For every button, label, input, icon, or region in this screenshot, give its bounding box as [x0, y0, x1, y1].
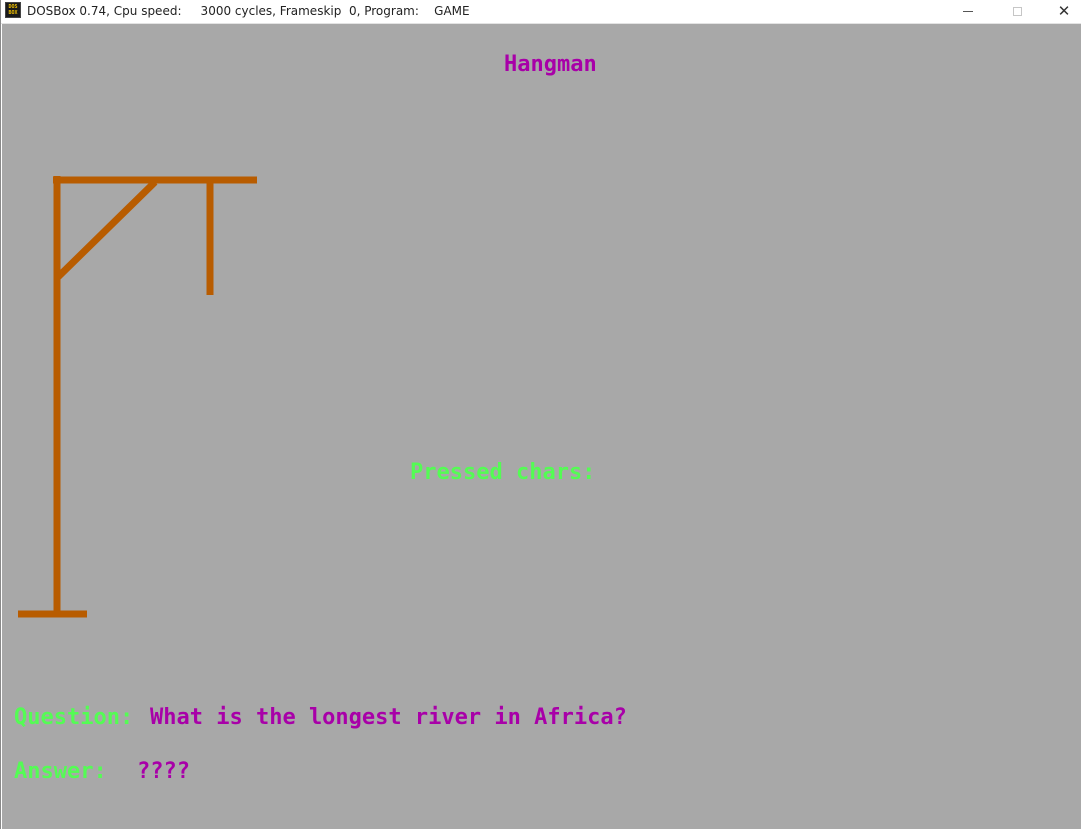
game-title: Hangman — [504, 52, 597, 77]
game-screen[interactable]: Hangman Pressed chars: Question: What is… — [2, 24, 1081, 829]
icon-text-bottom: BOX — [8, 10, 18, 16]
question-text: What is the longest river in Africa? — [150, 705, 627, 730]
title-bar[interactable]: DOS BOX DOSBox 0.74, Cpu speed: 3000 cyc… — [1, 0, 1081, 24]
maximize-icon — [1012, 6, 1022, 16]
close-icon: ✕ — [1057, 1, 1071, 20]
dosbox-icon[interactable]: DOS BOX — [5, 2, 21, 18]
window-title: DOSBox 0.74, Cpu speed: 3000 cycles, Fra… — [27, 4, 470, 18]
minimize-icon — [963, 10, 973, 12]
answer-value: ???? — [137, 759, 190, 784]
minimize-button[interactable] — [945, 0, 991, 22]
close-button[interactable]: ✕ — [1041, 0, 1081, 22]
pressed-chars-label: Pressed chars: — [410, 460, 596, 485]
question-label: Question: — [14, 705, 134, 730]
dosbox-window: DOS BOX DOSBox 0.74, Cpu speed: 3000 cyc… — [0, 0, 1081, 829]
answer-label: Answer: — [14, 759, 107, 784]
gallows-brace — [54, 179, 158, 281]
maximize-button[interactable] — [994, 0, 1040, 22]
